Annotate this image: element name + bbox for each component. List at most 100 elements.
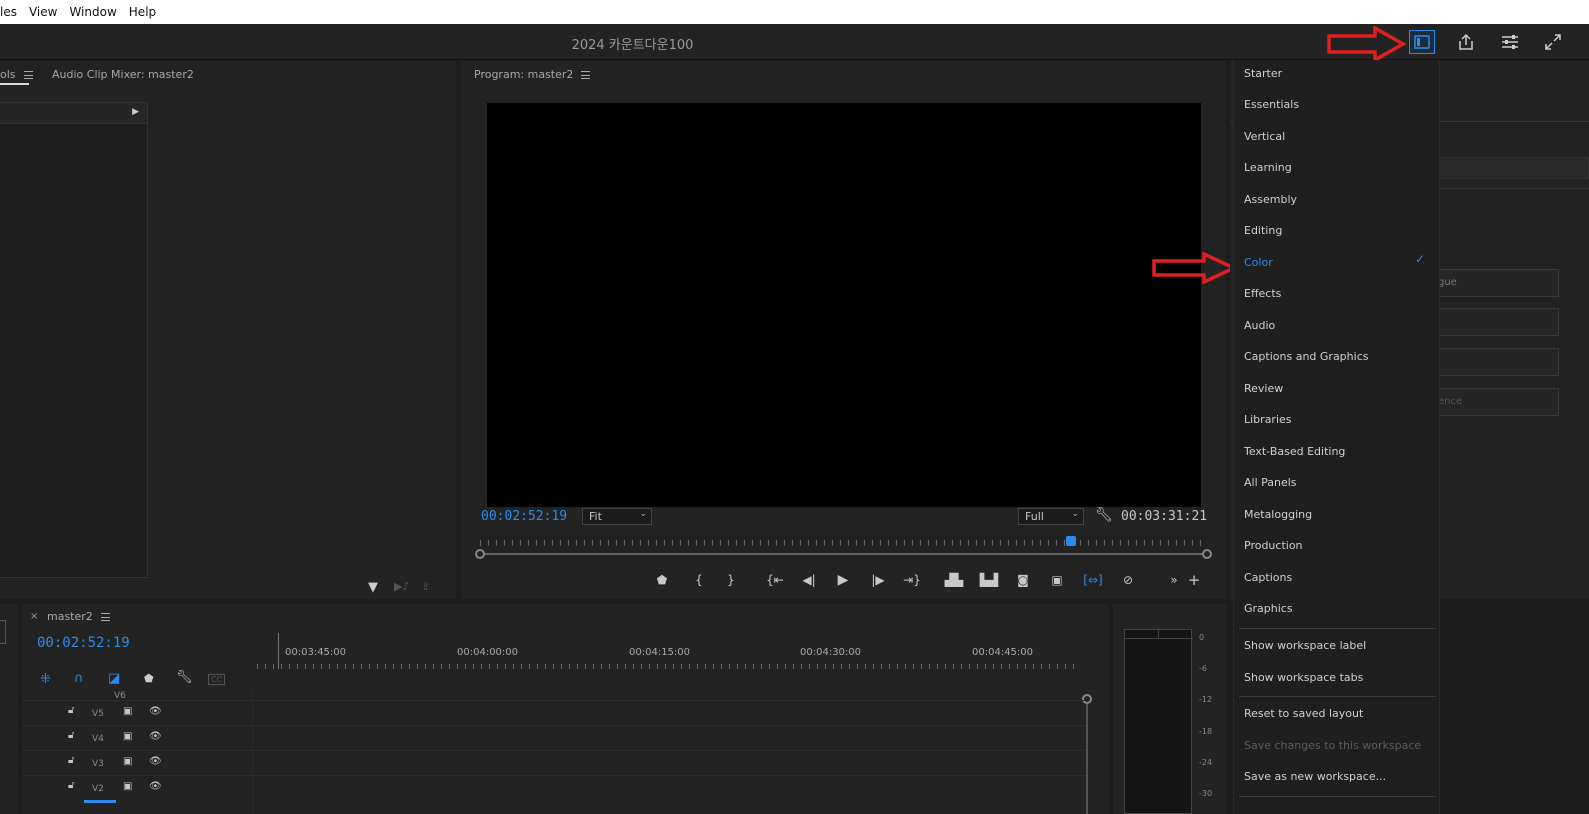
right-panel-field[interactable]	[1435, 348, 1559, 376]
workspace-captions[interactable]: Captions	[1244, 571, 1292, 584]
export-frame-icon[interactable]: ⇪	[421, 580, 430, 593]
menu-window[interactable]: Window	[63, 5, 122, 19]
close-icon[interactable]: ×	[30, 611, 38, 622]
monitor-time-ruler[interactable]	[480, 540, 1204, 546]
playhead-marker[interactable]	[1066, 536, 1076, 546]
lock-icon[interactable]: 🔓︎	[68, 755, 74, 766]
right-panel-field[interactable]	[1435, 308, 1559, 336]
extract-icon[interactable]: ▙▟	[979, 572, 999, 588]
eye-icon[interactable]: 👁︎	[149, 731, 162, 742]
panel-menu-icon[interactable]	[23, 71, 33, 79]
track-row-v2[interactable]: 🔓︎ V2 ▣ 👁︎	[22, 775, 1086, 799]
workspace-audio[interactable]: Audio	[1244, 319, 1275, 332]
add-marker-icon[interactable]: ⬟	[652, 572, 672, 588]
right-panel-select[interactable]	[1435, 157, 1589, 179]
tab-audio-clip-mixer[interactable]: Audio Clip Mixer: master2	[52, 68, 194, 81]
eye-icon[interactable]: 👁︎	[149, 756, 162, 767]
workspace-captions-and-graphics[interactable]: Captions and Graphics	[1244, 350, 1368, 363]
go-to-out-icon[interactable]: ⇥}	[902, 572, 922, 588]
play-icon[interactable]: ▶	[833, 572, 853, 588]
menu-view[interactable]: View	[23, 5, 63, 19]
workspaces-button[interactable]	[1409, 30, 1435, 54]
timeline-vertical-scrollbar[interactable]	[1086, 704, 1088, 814]
add-button-icon[interactable]: +	[1184, 571, 1204, 589]
track-row-v5[interactable]: 🔓︎ V5 ▣ 👁︎	[22, 700, 1086, 724]
workspace-starter[interactable]: Starter	[1244, 67, 1282, 80]
video-viewer[interactable]	[487, 103, 1201, 507]
timeline-ruler[interactable]	[257, 664, 1079, 669]
expand-arrow-icon[interactable]: ▶	[132, 107, 139, 117]
snap-magnet-icon[interactable]: ∩	[74, 671, 84, 686]
workspace-text-based-editing[interactable]: Text-Based Editing	[1244, 445, 1345, 458]
reset-layout-button[interactable]: Reset to saved layout	[1244, 707, 1363, 720]
zoom-fit-select[interactable]: Fit ⌄	[582, 508, 652, 525]
captions-icon[interactable]: CC	[208, 674, 226, 685]
menu-help[interactable]: Help	[123, 5, 162, 19]
workspace-review[interactable]: Review	[1244, 382, 1283, 395]
quick-export-button[interactable]	[1497, 30, 1523, 54]
right-panel-field[interactable]: ence	[1435, 388, 1559, 416]
loop-icon[interactable]: [⇔]	[1083, 572, 1103, 588]
workspace-editing[interactable]: Editing	[1244, 224, 1282, 237]
workspace-assembly[interactable]: Assembly	[1244, 193, 1297, 206]
sync-lock-icon[interactable]: ▣	[123, 731, 132, 742]
right-panel-field[interactable]: gue	[1435, 269, 1559, 297]
workspace-production[interactable]: Production	[1244, 539, 1303, 552]
workspace-libraries[interactable]: Libraries	[1244, 413, 1292, 426]
save-new-workspace-button[interactable]: Save as new workspace...	[1244, 770, 1386, 783]
wrench-icon[interactable]: 🔧︎	[1095, 507, 1113, 523]
menu-files[interactable]: les	[0, 5, 23, 19]
sync-lock-icon[interactable]: ▣	[123, 706, 132, 717]
linked-selection-icon[interactable]: ◪	[108, 671, 120, 686]
lift-icon[interactable]: ▟▙	[944, 572, 964, 588]
monitor-scrub-bar[interactable]	[480, 553, 1208, 555]
workspace-metalogging[interactable]: Metalogging	[1244, 508, 1312, 521]
workspace-essentials[interactable]: Essentials	[1244, 98, 1299, 111]
tool-selection[interactable]	[0, 620, 6, 644]
tab-sequence[interactable]: master2	[47, 610, 110, 623]
comparison-view-icon[interactable]: ▣	[1047, 572, 1067, 588]
track-row-v4[interactable]: 🔓︎ V4 ▣ 👁︎	[22, 725, 1086, 749]
go-to-in-icon[interactable]: {⇤	[765, 572, 785, 588]
track-target-indicator[interactable]	[84, 800, 116, 803]
lock-icon[interactable]: 🔓︎	[68, 705, 74, 716]
lock-icon[interactable]: 🔓︎	[68, 730, 74, 741]
mark-in-icon[interactable]: {	[689, 572, 709, 588]
wrench-icon[interactable]: 🔧︎	[176, 670, 193, 685]
out-handle[interactable]	[1202, 549, 1212, 559]
lock-icon[interactable]: 🔓︎	[68, 780, 74, 791]
workspace-color[interactable]: Color	[1244, 256, 1273, 269]
workspace-learning[interactable]: Learning	[1244, 161, 1292, 174]
sync-lock-icon[interactable]: ▣	[123, 756, 132, 767]
fullscreen-button[interactable]	[1540, 30, 1566, 54]
in-handle[interactable]	[475, 549, 485, 559]
tab-effect-controls[interactable]: ols	[0, 68, 33, 81]
track-row-v3[interactable]: 🔓︎ V3 ▣ 👁︎	[22, 750, 1086, 774]
show-workspace-tabs-option[interactable]: Show workspace tabs	[1244, 671, 1363, 684]
timeline-timecode[interactable]: 00:02:52:19	[37, 635, 130, 651]
playhead-timecode[interactable]: 00:02:52:19	[481, 509, 567, 524]
more-controls-icon[interactable]: »	[1164, 572, 1184, 588]
filter-icon[interactable]: ▼	[368, 580, 378, 595]
step-forward-icon[interactable]: |▶	[868, 572, 888, 588]
show-workspace-label-option[interactable]: Show workspace label	[1244, 639, 1366, 652]
camera-icon[interactable]: ◙	[1013, 572, 1033, 588]
panel-menu-icon[interactable]	[581, 71, 591, 79]
workspace-graphics[interactable]: Graphics	[1244, 602, 1293, 615]
share-button[interactable]	[1453, 30, 1479, 54]
eye-icon[interactable]: 👁︎	[149, 781, 162, 792]
panel-menu-icon[interactable]	[100, 613, 110, 621]
playback-resolution-select[interactable]: Full ⌄	[1018, 508, 1084, 525]
eye-icon[interactable]: 👁︎	[149, 706, 162, 717]
workspace-effects[interactable]: Effects	[1244, 287, 1281, 300]
sync-lock-icon[interactable]: ▣	[123, 781, 132, 792]
step-back-icon[interactable]: ◀|	[799, 572, 819, 588]
workspace-vertical[interactable]: Vertical	[1244, 130, 1285, 143]
nest-icon[interactable]: ⁜	[40, 672, 51, 687]
add-marker-icon[interactable]: ⬟	[144, 672, 154, 685]
audio-only-icon[interactable]: ▶♪	[394, 580, 409, 593]
workspace-all-panels[interactable]: All Panels	[1244, 476, 1297, 489]
mark-out-icon[interactable]: }	[721, 572, 741, 588]
tab-program[interactable]: Program: master2	[474, 68, 591, 81]
safe-margins-icon[interactable]: ⊘	[1118, 572, 1138, 588]
